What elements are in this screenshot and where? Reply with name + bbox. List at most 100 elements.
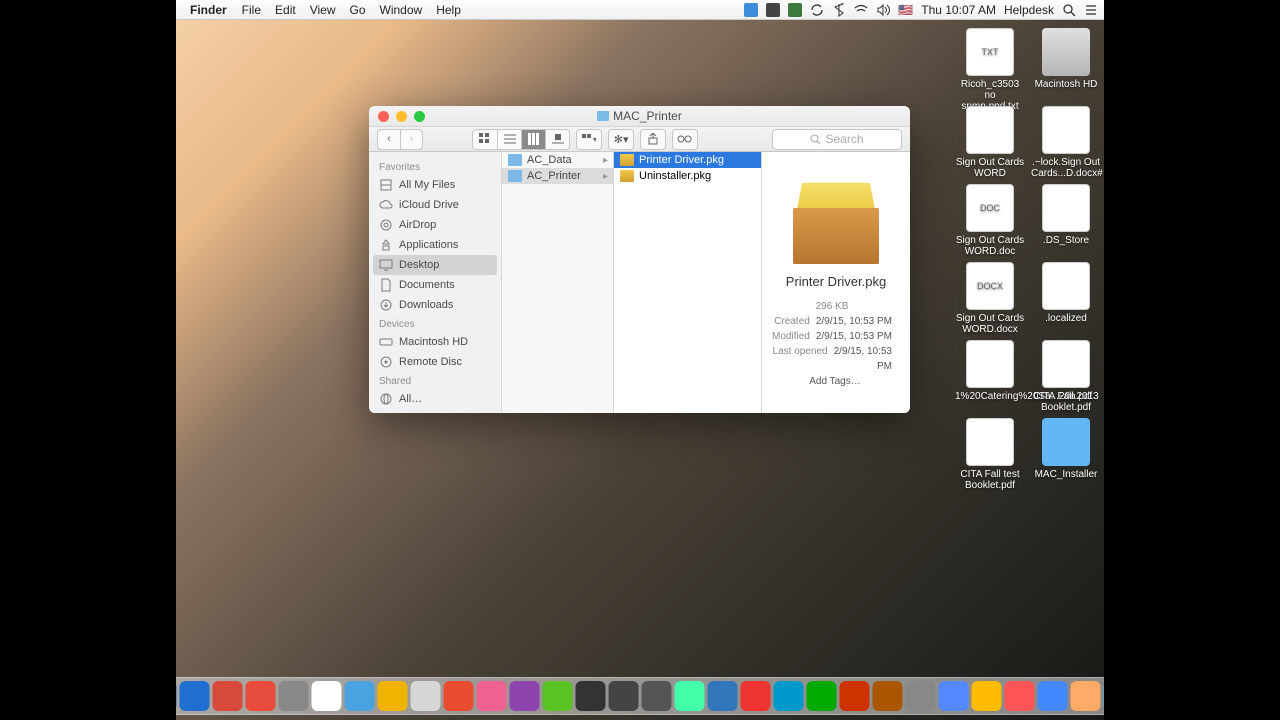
desktop-icon[interactable]: .DS_Store [1031, 184, 1101, 246]
desktop-icon[interactable]: DOCSign Out Cards WORD.doc [955, 184, 1025, 257]
dock-item[interactable] [180, 681, 210, 711]
status-icon-3[interactable] [788, 3, 802, 17]
sidebar-item[interactable]: iCloud Drive [369, 195, 501, 215]
dock-item[interactable] [477, 681, 507, 711]
sidebar-item[interactable]: Desktop [373, 255, 497, 275]
dock-item[interactable] [906, 681, 936, 711]
desktop-icon[interactable]: Sign Out Cards WORD [955, 106, 1025, 179]
column-1[interactable]: AC_Data▸AC_Printer▸ [502, 152, 614, 413]
add-tags-button[interactable]: Add Tags… [809, 376, 861, 387]
spotlight-icon[interactable] [1062, 3, 1076, 17]
sidebar-item[interactable]: Documents [369, 275, 501, 295]
dock-item[interactable] [510, 681, 540, 711]
svg-text:▾: ▾ [593, 135, 596, 144]
globe-icon [379, 392, 393, 406]
tags-button[interactable] [672, 129, 698, 150]
dock-item[interactable] [312, 681, 342, 711]
dock-item[interactable] [543, 681, 573, 711]
menubar-clock[interactable]: Thu 10:07 AM [921, 3, 996, 17]
desktop-icon[interactable]: Macintosh HD [1031, 28, 1101, 90]
nav-forward-button[interactable]: › [400, 130, 422, 149]
share-button[interactable] [640, 129, 666, 150]
sidebar-item[interactable]: All My Files [369, 175, 501, 195]
column-item[interactable]: AC_Printer▸ [502, 168, 613, 184]
desktop[interactable]: Finder File Edit View Go Window Help 🇺🇸 … [176, 0, 1104, 720]
arrange-button[interactable]: ▾ [576, 129, 602, 150]
menu-file[interactable]: File [242, 3, 261, 17]
dock-item[interactable] [279, 681, 309, 711]
sidebar-group-header: Favorites [369, 158, 501, 175]
column-item[interactable]: Uninstaller.pkg [614, 168, 761, 184]
desktop-icon[interactable]: MAC_Installer [1031, 418, 1101, 480]
menu-edit[interactable]: Edit [275, 3, 296, 17]
dock-item[interactable] [1071, 681, 1101, 711]
view-list-button[interactable] [497, 130, 521, 149]
dock-item[interactable] [939, 681, 969, 711]
desktop-icon[interactable]: CITA Fall 2013 Booklet.pdf [1031, 340, 1101, 413]
dock-item[interactable] [972, 681, 1002, 711]
desktop-icon[interactable]: .~lock.Sign Out Cards...D.docx# [1031, 106, 1101, 179]
titlebar[interactable]: MAC_Printer [369, 106, 910, 127]
desktop-icon[interactable]: CITA Fall test Booklet.pdf [955, 418, 1025, 491]
menu-go[interactable]: Go [350, 3, 366, 17]
status-icon-1[interactable] [744, 3, 758, 17]
dock-item[interactable] [807, 681, 837, 711]
preview-pane: Printer Driver.pkg 296 KBCreated2/9/15, … [762, 152, 910, 413]
notification-center-icon[interactable] [1084, 3, 1098, 17]
dock-item[interactable] [708, 681, 738, 711]
column-item[interactable]: AC_Data▸ [502, 152, 613, 168]
nav-back-button[interactable]: ‹ [378, 130, 400, 149]
menu-view[interactable]: View [310, 3, 336, 17]
sidebar-item[interactable]: AirDrop [369, 215, 501, 235]
action-button[interactable]: ✻▾ [608, 129, 634, 150]
dock-item[interactable] [675, 681, 705, 711]
view-mode-segment [472, 129, 570, 150]
sidebar-item[interactable]: Macintosh HD [369, 332, 501, 352]
desktop-icon[interactable]: TXTRicoh_c3503 no snmp.ppd.txt [955, 28, 1025, 112]
column-2[interactable]: Printer Driver.pkgUninstaller.pkg [614, 152, 762, 413]
dock-item[interactable] [741, 681, 771, 711]
dock-item[interactable] [609, 681, 639, 711]
sidebar-item[interactable]: Applications [369, 235, 501, 255]
dock-item[interactable] [345, 681, 375, 711]
dock-item[interactable] [873, 681, 903, 711]
wifi-icon[interactable] [854, 3, 868, 17]
dock-item[interactable] [840, 681, 870, 711]
column-item[interactable]: Printer Driver.pkg [614, 152, 761, 168]
dock-item[interactable] [1038, 681, 1068, 711]
sidebar-item[interactable]: Remote Disc [369, 352, 501, 372]
flag-icon[interactable]: 🇺🇸 [898, 3, 913, 17]
status-icon-2[interactable] [766, 3, 780, 17]
dock-item[interactable] [1104, 681, 1105, 711]
sidebar-item[interactable]: Downloads [369, 295, 501, 315]
view-icon-button[interactable] [473, 130, 497, 149]
bluetooth-icon[interactable] [832, 3, 846, 17]
view-column-button[interactable] [521, 130, 545, 149]
preview-filename: Printer Driver.pkg [772, 274, 900, 289]
dock-item[interactable] [642, 681, 672, 711]
desktop-icon[interactable]: .localized [1031, 262, 1101, 324]
menu-help[interactable]: Help [436, 3, 461, 17]
view-coverflow-button[interactable] [545, 130, 569, 149]
preview-meta-row: Modified2/9/15, 10:53 PM [772, 329, 892, 344]
desktop-icon[interactable]: 1%20Catering%20Sa...20a.pdf [955, 340, 1025, 402]
search-field[interactable]: Search [772, 129, 902, 150]
dock-item[interactable] [378, 681, 408, 711]
dock-item[interactable] [213, 681, 243, 711]
dock-item[interactable] [246, 681, 276, 711]
app-name[interactable]: Finder [190, 3, 227, 17]
dock-item[interactable] [411, 681, 441, 711]
dock-item[interactable] [444, 681, 474, 711]
dock-item[interactable] [1005, 681, 1035, 711]
menubar-user[interactable]: Helpdesk [1004, 3, 1054, 17]
volume-icon[interactable] [876, 3, 890, 17]
menu-window[interactable]: Window [380, 3, 423, 17]
finder-window[interactable]: MAC_Printer ‹ › ▾ ✻▾ Search [369, 106, 910, 413]
sidebar-item[interactable]: All… [369, 389, 501, 409]
desktop-icon[interactable]: DOCXSign Out Cards WORD.docx [955, 262, 1025, 335]
dock-item[interactable] [774, 681, 804, 711]
sidebar-item-label: All… [399, 393, 422, 405]
dock-item[interactable] [576, 681, 606, 711]
sync-icon[interactable] [810, 3, 824, 17]
dock-item[interactable] [176, 681, 177, 711]
